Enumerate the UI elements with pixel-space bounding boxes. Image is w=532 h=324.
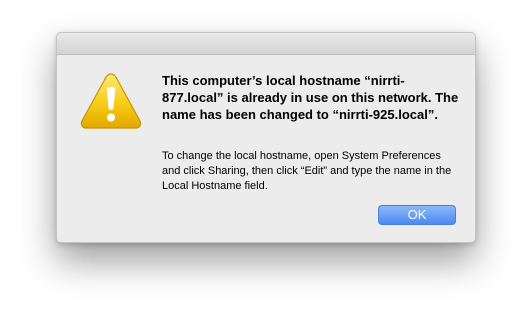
warning-icon	[79, 71, 143, 131]
alert-dialog: This computer’s local hostname “nirrti-8…	[56, 32, 476, 243]
alert-body: To change the local hostname, open Syste…	[162, 150, 452, 192]
alert-heading: This computer’s local hostname “nirrti-8…	[162, 73, 459, 122]
screen: This computer’s local hostname “nirrti-8…	[0, 0, 532, 324]
ok-button[interactable]: OK	[378, 205, 456, 225]
title-bar[interactable]	[57, 33, 475, 55]
